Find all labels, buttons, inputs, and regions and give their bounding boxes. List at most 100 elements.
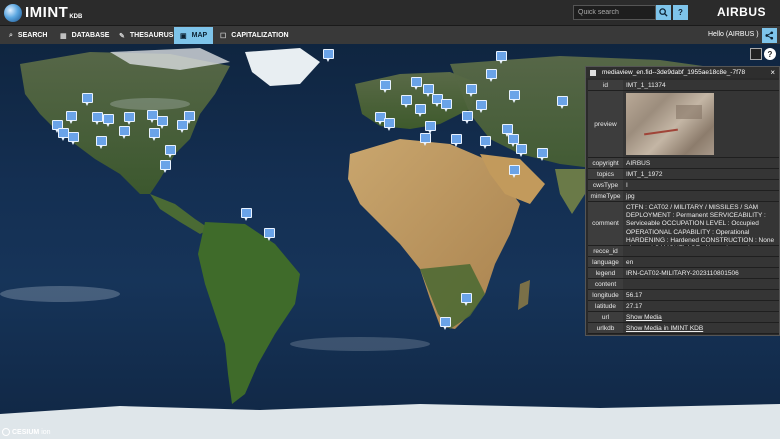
table-row: language en: [588, 257, 779, 268]
map-pin[interactable]: [82, 93, 93, 106]
close-icon[interactable]: ×: [770, 68, 775, 77]
map-pin[interactable]: [103, 114, 114, 127]
table-row: longitude 56.17: [588, 290, 779, 301]
tab-map[interactable]: ▣ MAP: [174, 27, 213, 44]
panel-title: mediaview_en.fid--3de9dabf_1955ae18c8e_-…: [602, 69, 746, 76]
map-pin[interactable]: [509, 90, 520, 103]
map-pin[interactable]: [323, 49, 334, 62]
cesium-logo-icon: [2, 428, 10, 436]
tab-search[interactable]: ⌕ SEARCH: [3, 27, 53, 44]
row-label: legend: [588, 268, 623, 278]
map-pin[interactable]: [66, 111, 77, 124]
row-value: [623, 246, 779, 256]
airbus-brand: AIRBUS: [717, 5, 767, 19]
imint-logo[interactable]: IMINT KDB: [4, 3, 82, 22]
table-row: cwsType I: [588, 180, 779, 191]
row-label: topics: [588, 169, 623, 179]
map-pin[interactable]: [486, 69, 497, 82]
row-label: url: [588, 312, 623, 322]
table-row: topics IMT_1_1972: [588, 169, 779, 180]
map-pin[interactable]: [462, 111, 473, 124]
panel-title-bar[interactable]: mediaview_en.fid--3de9dabf_1955ae18c8e_-…: [586, 67, 779, 78]
row-label: mimeType: [588, 191, 623, 201]
map-pin[interactable]: [557, 96, 568, 109]
map-pin[interactable]: [420, 133, 431, 146]
map-pin[interactable]: [537, 148, 548, 161]
map-pin[interactable]: [415, 104, 426, 117]
map-pin[interactable]: [476, 100, 487, 113]
map-pin[interactable]: [68, 132, 79, 145]
user-greeting[interactable]: Hello (AIRBUS ): [708, 31, 759, 38]
quick-search-button[interactable]: [656, 5, 671, 20]
tab-map-label: MAP: [191, 32, 208, 39]
map-pin[interactable]: [461, 293, 472, 306]
map-pin[interactable]: [466, 84, 477, 97]
quick-search-input[interactable]: [573, 5, 656, 20]
map-pin[interactable]: [96, 136, 107, 149]
show-media-kdb-link[interactable]: Show Media in IMINT KDB: [623, 323, 779, 333]
table-row: legend IRN-CAT02-MILITARY-2023110801506: [588, 268, 779, 279]
map-pin[interactable]: [177, 120, 188, 133]
map-pin[interactable]: [92, 112, 103, 125]
table-row: urlkdb Show Media in IMINT KDB: [588, 323, 779, 334]
table-row: preview: [588, 91, 779, 158]
table-row: copyright AIRBUS: [588, 158, 779, 169]
app-window: IMINT KDB ? AIRBUS ⌕ SEARCH ▦ DATABASE ✎…: [0, 0, 780, 439]
map-help-button[interactable]: ?: [764, 48, 776, 60]
row-label: preview: [588, 91, 623, 157]
tab-database[interactable]: ▦ DATABASE: [54, 27, 112, 44]
comment-value: CTFN : CAT02 / MILITARY / MISSILES / SAM…: [623, 202, 779, 252]
cesium-label: CESIUM: [12, 428, 40, 436]
logo-text: IMINT: [25, 4, 69, 21]
map-pin[interactable]: [440, 317, 451, 330]
cesium-attribution[interactable]: CESIUM ion: [2, 428, 51, 436]
table-row: recce_id: [588, 246, 779, 257]
table-row: content: [588, 279, 779, 290]
row-value: 27.17: [623, 301, 779, 311]
tab-thesaurus[interactable]: ✎ THESAURUS: [113, 27, 173, 44]
row-label: id: [588, 80, 623, 90]
map-pin[interactable]: [149, 128, 160, 141]
share-icon: [765, 31, 774, 40]
row-value: AIRBUS: [623, 158, 779, 168]
map-pin[interactable]: [401, 95, 412, 108]
map-pin[interactable]: [384, 118, 395, 131]
map-pin[interactable]: [496, 51, 507, 64]
map-pin[interactable]: [411, 77, 422, 90]
preview-cell: [623, 91, 779, 157]
map-pin[interactable]: [165, 145, 176, 158]
map-pin[interactable]: [451, 134, 462, 147]
map-pin[interactable]: [509, 165, 520, 178]
map-pin[interactable]: [480, 136, 491, 149]
row-value: 56.17: [623, 290, 779, 300]
preview-thumbnail[interactable]: [626, 93, 714, 155]
map-pin[interactable]: [380, 80, 391, 93]
tab-thesaurus-label: THESAURUS: [129, 32, 174, 39]
map-pin[interactable]: [160, 160, 171, 173]
row-label: comment: [588, 202, 623, 245]
show-media-link[interactable]: Show Media: [623, 312, 779, 322]
globe-logo-icon: [4, 3, 22, 22]
top-header: IMINT KDB ? AIRBUS: [0, 0, 780, 25]
main-nav: ⌕ SEARCH ▦ DATABASE ✎ THESAURUS ▣ MAP ☐ …: [0, 25, 780, 44]
map-pin[interactable]: [264, 228, 275, 241]
map-pin[interactable]: [441, 99, 452, 112]
database-icon: ▦: [60, 32, 67, 40]
row-value: IMT_1_11374: [623, 80, 779, 90]
help-button[interactable]: ?: [673, 5, 688, 20]
map-help-label: ?: [767, 49, 773, 59]
row-label: recce_id: [588, 246, 623, 256]
table-row: comment CTFN : CAT02 / MILITARY / MISSIL…: [588, 202, 779, 252]
map-pin[interactable]: [516, 144, 527, 157]
tab-capitalization[interactable]: ☐ CAPITALIZATION: [214, 27, 290, 44]
map-pin[interactable]: [124, 112, 135, 125]
tag-icon: ✎: [119, 32, 125, 40]
layer-picker-button[interactable]: [750, 48, 762, 60]
map-pin[interactable]: [241, 208, 252, 221]
share-button[interactable]: [762, 28, 777, 43]
map-pin[interactable]: [119, 126, 130, 139]
row-label: cwsType: [588, 180, 623, 190]
properties-table: id IMT_1_11374 preview copyright AIRBUS …: [588, 80, 779, 334]
table-row: mimeType jpg: [588, 191, 779, 202]
row-value: IRN-CAT02-MILITARY-2023110801506: [623, 268, 779, 278]
